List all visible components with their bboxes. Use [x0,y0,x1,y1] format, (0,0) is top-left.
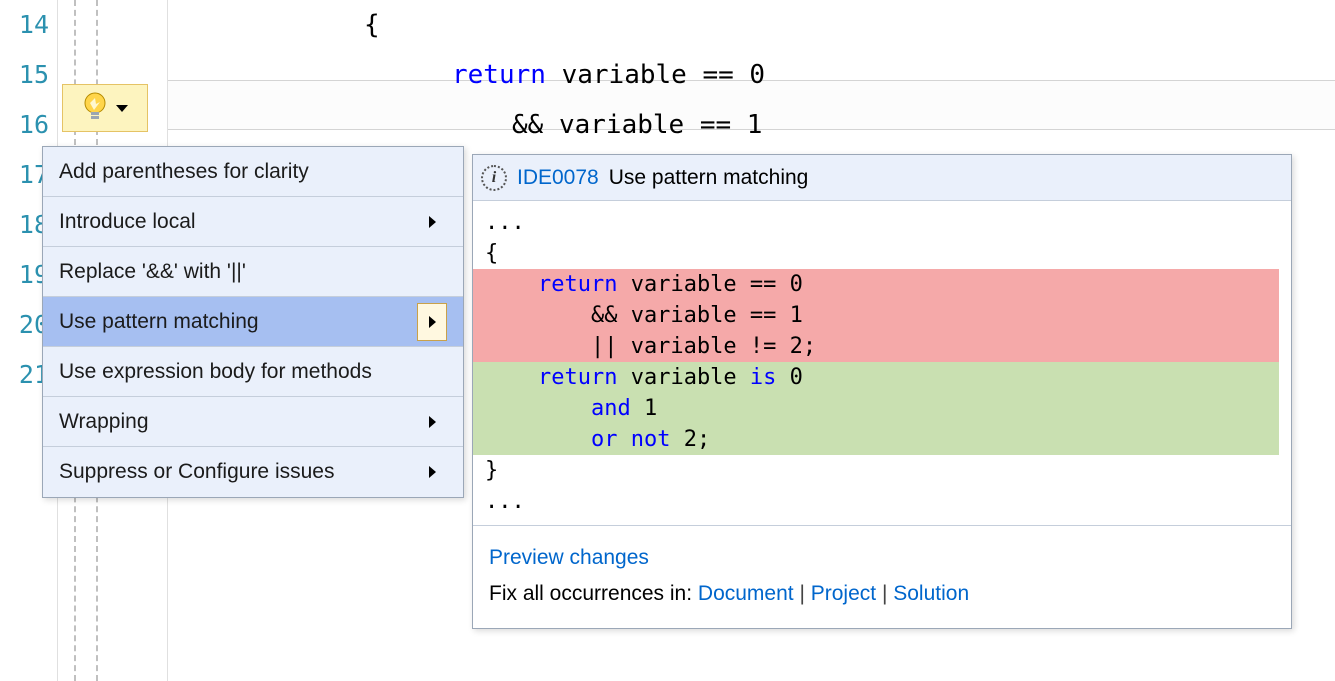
menu-item-suppress-configure[interactable]: Suppress or Configure issues [43,447,463,497]
preview-changes-link[interactable]: Preview changes [489,546,649,569]
menu-item-label: Replace '&&' with '||' [59,260,246,284]
line-number: 16 [0,100,57,150]
preview-footer: Preview changes Fix all occurrences in: … [473,525,1291,628]
menu-item-label: Use expression body for methods [59,360,372,384]
diagnostic-id-link[interactable]: IDE0078 [517,166,599,190]
menu-item-introduce-local[interactable]: Introduce local [43,197,463,247]
fix-all-label: Fix all occurrences in: [489,582,698,605]
info-icon: i [481,165,507,191]
diff-context: { [485,241,498,266]
submenu-arrow-icon [417,203,447,241]
diff-context: ... [485,489,525,514]
diff-removed-line: return variable == 0 && variable == 1 ||… [473,269,1279,362]
submenu-arrow-icon [417,403,447,441]
menu-item-replace-and-or[interactable]: Replace '&&' with '||' [43,247,463,297]
code-token: { [364,10,380,40]
chevron-down-icon [116,105,128,112]
code-token: && variable == 1 [512,110,762,140]
fix-document-link[interactable]: Document [698,582,794,605]
submenu-arrow-icon [417,453,447,491]
submenu-arrow-icon [417,303,447,341]
code-keyword: return [452,60,546,90]
menu-item-use-pattern-matching[interactable]: Use pattern matching [43,297,463,347]
lightbulb-icon [82,92,108,125]
lightbulb-quick-actions-button[interactable] [62,84,148,132]
diff-preview: ... { return variable == 0 && variable =… [473,201,1291,525]
menu-item-label: Add parentheses for clarity [59,160,309,184]
menu-item-add-parentheses[interactable]: Add parentheses for clarity [43,147,463,197]
fix-project-link[interactable]: Project [811,582,876,605]
menu-item-use-expression-body[interactable]: Use expression body for methods [43,347,463,397]
line-number: 14 [0,0,57,50]
separator: | [794,582,811,605]
diff-context: ... [485,210,525,235]
menu-item-label: Introduce local [59,210,196,234]
menu-item-wrapping[interactable]: Wrapping [43,397,463,447]
diff-context: } [485,458,498,483]
menu-item-label: Wrapping [59,410,149,434]
code-token: variable == 0 [546,60,765,90]
diagnostic-title: Use pattern matching [609,166,809,190]
fix-preview-panel: i IDE0078 Use pattern matching ... { ret… [472,154,1292,629]
menu-item-label: Suppress or Configure issues [59,460,334,484]
separator: | [876,582,893,605]
diff-added-line: return variable is 0 and 1 or not 2; [473,362,1279,455]
preview-header: i IDE0078 Use pattern matching [473,155,1291,201]
menu-item-label: Use pattern matching [59,310,259,334]
fix-solution-link[interactable]: Solution [893,582,969,605]
line-number: 15 [0,50,57,100]
quick-actions-menu: Add parentheses for clarity Introduce lo… [42,146,464,498]
